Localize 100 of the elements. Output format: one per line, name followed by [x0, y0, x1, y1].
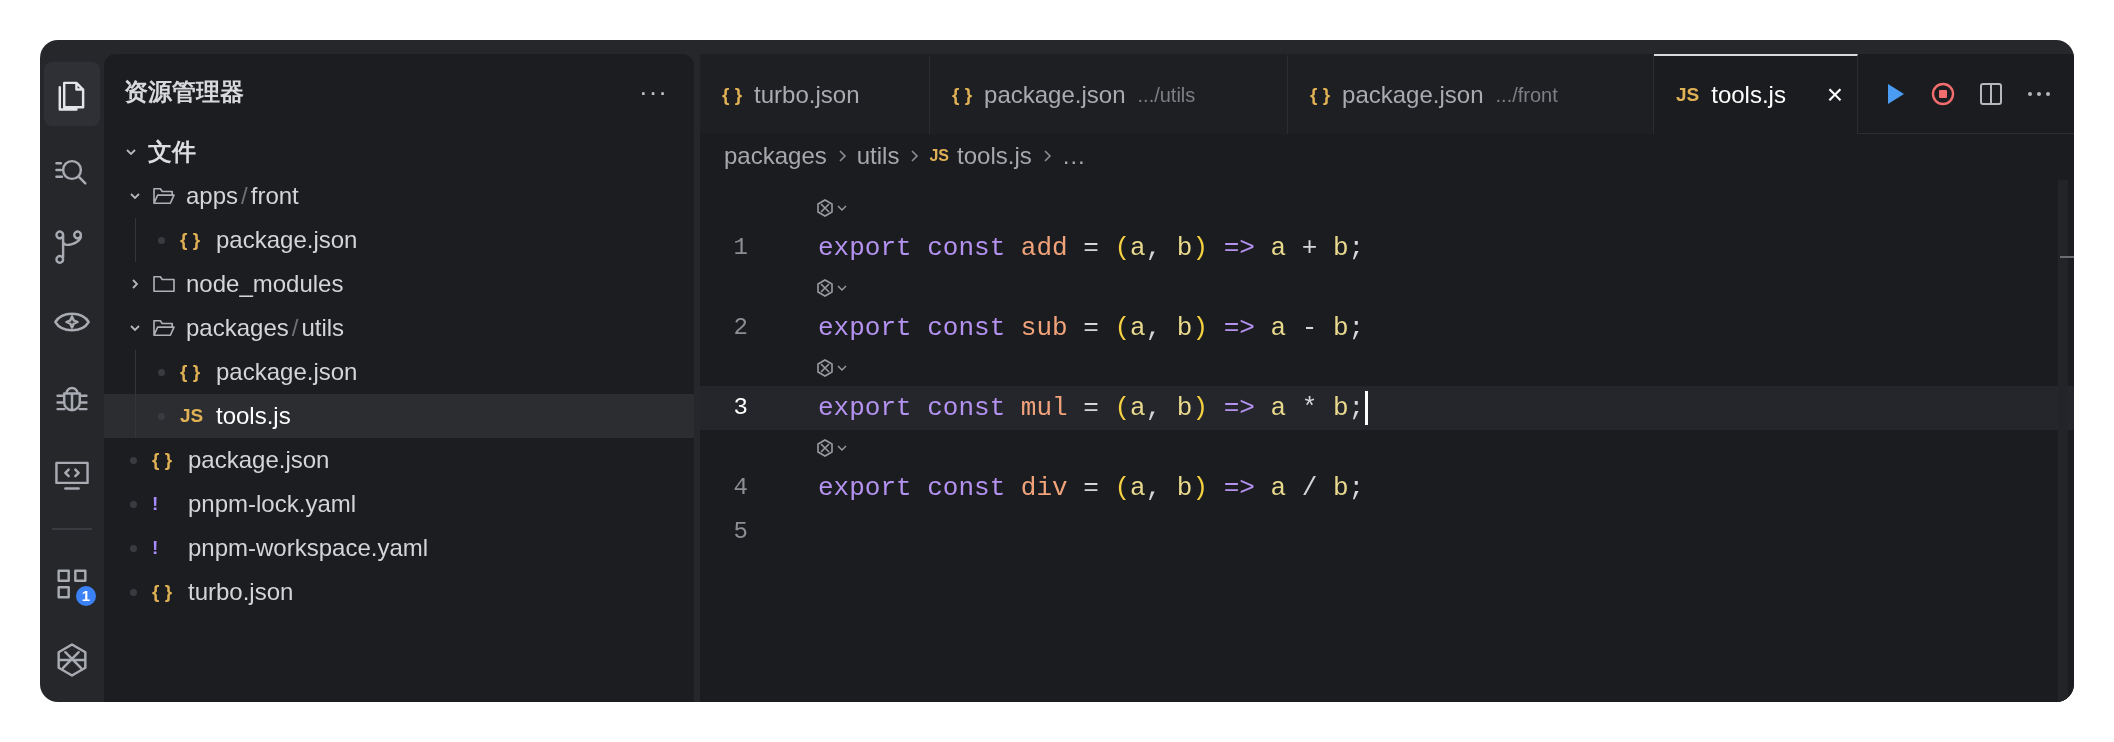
tab-label: tools.js	[1711, 80, 1786, 110]
tree-item[interactable]: packages/utils	[104, 306, 694, 350]
code-token: (	[1114, 231, 1131, 265]
code-token: b	[1176, 391, 1193, 425]
code-token: const	[927, 471, 1006, 505]
file-name: turbo.json	[188, 577, 294, 607]
code-token: a	[1270, 391, 1287, 425]
code-token: a	[1270, 471, 1287, 505]
editor-tab[interactable]: { } package.json .../utils	[930, 54, 1288, 134]
bullet-icon	[130, 544, 137, 552]
tree-item[interactable]: JS tools.js	[104, 394, 694, 438]
tree-item[interactable]: apps/front	[104, 174, 694, 218]
tab-label: package.json	[984, 80, 1126, 110]
code-token: export	[818, 391, 912, 425]
code-token: export	[818, 311, 912, 345]
folder-name: node_modules	[186, 269, 344, 299]
line-number: 5	[732, 517, 749, 547]
code-token: (	[1114, 311, 1131, 345]
breadcrumb-item[interactable]: utils	[856, 138, 900, 174]
code-token: b	[1176, 311, 1193, 345]
file-name: pnpm-workspace.yaml	[188, 533, 429, 563]
code-token: b	[1332, 231, 1349, 265]
more-button[interactable]: ···	[639, 79, 668, 105]
open-folder-icon	[152, 318, 176, 338]
code-token: =	[1083, 391, 1099, 425]
bullet-icon	[158, 368, 165, 376]
close-button[interactable]: ×	[1826, 81, 1843, 109]
folder-name: packages	[186, 313, 289, 343]
code-token: add	[1020, 231, 1068, 265]
file-name: package.json	[216, 225, 358, 255]
code-token: ;	[1348, 311, 1365, 345]
breadcrumb-item[interactable]: tools.js	[957, 138, 1032, 174]
tree-item[interactable]: node_modules	[104, 262, 694, 306]
code-token: a	[1130, 311, 1146, 345]
code-token: b	[1332, 471, 1349, 505]
code-token: a	[1270, 311, 1287, 345]
code-token: ;	[1348, 231, 1365, 265]
file-name: pnpm-lock.yaml	[188, 489, 357, 519]
code-token: *	[1301, 391, 1318, 425]
code-token: ;	[1348, 471, 1365, 505]
folder-name: apps	[186, 181, 239, 211]
code-token: b	[1332, 311, 1349, 345]
file-type-icon: !	[152, 489, 180, 519]
file-type-icon: JS	[929, 144, 949, 168]
tree-item[interactable]: { } package.json	[104, 438, 694, 482]
activity-button[interactable]	[44, 62, 100, 126]
breadcrumb-item[interactable]: packages	[724, 138, 827, 174]
code-token: (	[1114, 391, 1131, 425]
tab-label: turbo.json	[754, 80, 860, 110]
open-folder-icon	[152, 186, 176, 206]
code-token: )	[1192, 471, 1209, 505]
file-type-icon: JS	[180, 401, 208, 431]
code-token: =>	[1223, 231, 1255, 265]
editor-tab[interactable]: { } turbo.json	[700, 54, 930, 134]
line-number: 3	[732, 393, 749, 423]
file-type-icon: { }	[952, 80, 973, 110]
section-header[interactable]: 文件	[148, 134, 196, 170]
code-token: /	[1301, 471, 1318, 505]
editor-tab[interactable]: JS tools.js ×	[1654, 54, 1858, 134]
code-token: b	[1332, 391, 1349, 425]
code-token: a	[1130, 391, 1146, 425]
code-token: const	[927, 231, 1006, 265]
file-type-icon: { }	[152, 577, 180, 607]
tree-item[interactable]: { } package.json	[104, 350, 694, 394]
code-token: export	[818, 231, 912, 265]
line-number: 1	[732, 233, 749, 263]
bullet-icon	[158, 236, 165, 244]
tab-path: .../front	[1495, 83, 1558, 108]
code-token: b	[1176, 471, 1193, 505]
file-type-icon: !	[152, 533, 180, 563]
editor-tab[interactable]: { } package.json .../front	[1288, 54, 1654, 134]
file-name: package.json	[216, 357, 358, 387]
code-token: +	[1301, 231, 1318, 265]
code-token: =	[1083, 471, 1099, 505]
tree-item[interactable]: { } turbo.json	[104, 570, 694, 614]
folder-name: utils	[301, 313, 345, 343]
code-token: )	[1192, 231, 1209, 265]
code-token: const	[927, 391, 1006, 425]
code-token: a	[1130, 471, 1146, 505]
folder-name: front	[250, 181, 299, 211]
bullet-icon	[130, 588, 137, 596]
path-separator: /	[241, 181, 248, 211]
file-name: package.json	[188, 445, 330, 475]
code-token: ,	[1145, 311, 1162, 345]
file-type-icon: { }	[152, 445, 180, 475]
code-token: ,	[1145, 231, 1162, 265]
bullet-icon	[130, 456, 137, 464]
tree-item[interactable]: ! pnpm-workspace.yaml	[104, 526, 694, 570]
scrollbar[interactable]	[2058, 180, 2068, 702]
code-token: =>	[1223, 311, 1255, 345]
line-number: 4	[732, 473, 749, 503]
code-token: mul	[1020, 391, 1068, 425]
code-token: (	[1114, 471, 1131, 505]
activity-button[interactable]: 1	[44, 552, 100, 616]
path-separator: /	[291, 313, 299, 343]
count-badge: 1	[76, 586, 96, 606]
code-token: ;	[1348, 391, 1365, 425]
breadcrumb-item[interactable]: …	[1061, 138, 1086, 174]
tree-item[interactable]: ! pnpm-lock.yaml	[104, 482, 694, 526]
tree-item[interactable]: { } package.json	[104, 218, 694, 262]
